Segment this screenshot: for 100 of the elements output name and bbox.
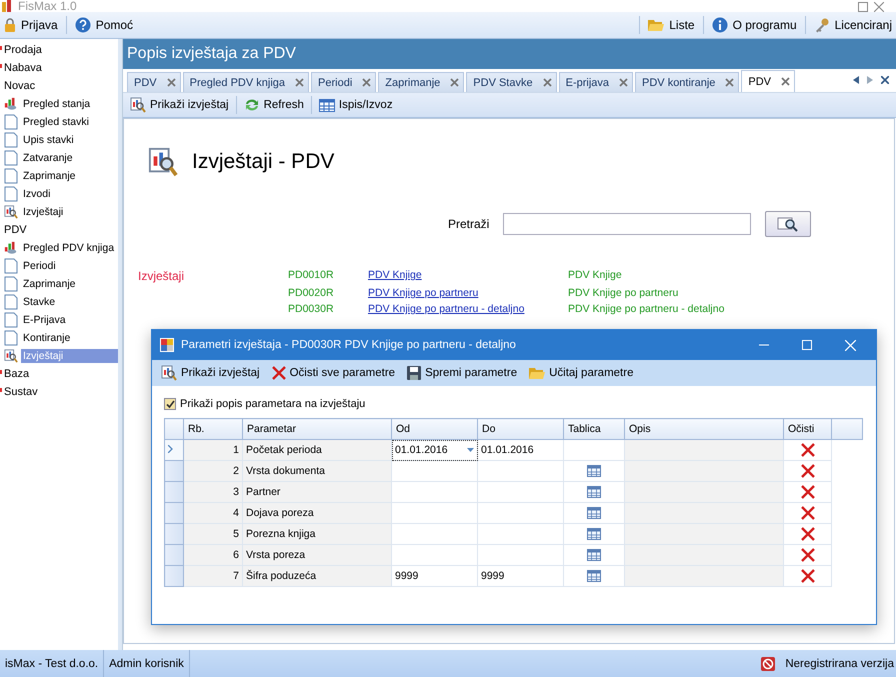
table-lookup-icon[interactable]: [587, 507, 601, 520]
table-lookup-icon[interactable]: [587, 528, 601, 540]
column-header[interactable]: Očisti: [784, 418, 832, 440]
table-cell[interactable]: 01.01.2016: [478, 440, 564, 460]
menu-button[interactable]: Liste: [644, 16, 699, 34]
checkbox[interactable]: [164, 398, 176, 410]
tab[interactable]: Periodi: [311, 72, 376, 92]
tree-item[interactable]: Periodi: [21, 259, 58, 273]
maximize-icon[interactable]: [858, 2, 868, 12]
tab[interactable]: PDV Stavke: [466, 72, 557, 92]
clear-icon[interactable]: [800, 443, 814, 457]
table-cell[interactable]: 01.01.2016: [392, 440, 478, 460]
table-cell[interactable]: 9999: [478, 566, 564, 586]
scroll-right-icon[interactable]: [867, 76, 873, 84]
page-icon: [4, 150, 18, 166]
folder-icon: [648, 18, 664, 32]
menu-button[interactable]: Prijava: [0, 16, 62, 34]
table-lookup-icon[interactable]: [587, 486, 601, 498]
tab[interactable]: PDV: [127, 72, 181, 92]
table-lookup-icon[interactable]: [587, 570, 601, 582]
tree-group-item[interactable]: Baza: [0, 365, 118, 383]
toolbar-button[interactable]: Učitaj parametre: [526, 364, 636, 382]
table-cell[interactable]: [478, 544, 564, 566]
clear-icon[interactable]: [800, 569, 814, 583]
toolbar-button[interactable]: Refresh: [240, 96, 307, 114]
table-cell[interactable]: [392, 544, 478, 566]
close-icon[interactable]: [781, 77, 790, 86]
tree-group-item[interactable]: Sustav: [0, 383, 118, 401]
tab[interactable]: PDV kontiranje: [635, 72, 740, 92]
toolbar-button[interactable]: Prikaži izvještaj: [158, 363, 263, 383]
toolbar-button[interactable]: Prikaži izvještaj: [127, 95, 232, 115]
menu-button[interactable]: O programu: [708, 15, 801, 35]
clear-icon[interactable]: [800, 527, 814, 541]
tree-group-item[interactable]: Prodaja: [0, 41, 118, 59]
search-button[interactable]: [765, 211, 812, 237]
column-header[interactable]: Od: [392, 418, 478, 440]
close-icon[interactable]: [874, 2, 884, 12]
row-header[interactable]: [164, 440, 184, 460]
column-header[interactable]: Parametar: [242, 418, 392, 440]
column-header[interactable]: Rb.: [184, 418, 242, 440]
table-cell[interactable]: [392, 460, 478, 482]
dropdown-caret-icon[interactable]: [467, 448, 474, 452]
close-icon[interactable]: [542, 78, 552, 87]
tree-item[interactable]: Izvještaji: [21, 205, 66, 219]
table-cell[interactable]: 9999: [392, 566, 478, 586]
clear-icon[interactable]: [800, 464, 814, 478]
tree-item[interactable]: Pregled PDV knjiga: [21, 241, 116, 255]
report-link[interactable]: PDV Knjige po partneru: [368, 287, 478, 299]
toolbar-button[interactable]: Očisti sve parametre: [268, 364, 398, 382]
tree-item[interactable]: Kontiranje: [21, 331, 72, 345]
close-icon[interactable]: [725, 78, 734, 87]
tab[interactable]: E-prijava: [558, 72, 634, 92]
close-icon[interactable]: [619, 78, 628, 87]
tree-item[interactable]: Izvodi: [21, 187, 52, 201]
menu-button[interactable]: Pomoć: [70, 15, 138, 35]
close-icon[interactable]: [166, 78, 176, 87]
close-icon[interactable]: [881, 76, 889, 84]
table-cell[interactable]: [478, 524, 564, 544]
tree-item[interactable]: Pregled stavki: [21, 115, 91, 129]
table-cell: 2: [184, 460, 242, 482]
report-link[interactable]: PDV Knjige po partneru - detaljno: [368, 303, 524, 315]
clear-icon[interactable]: [800, 485, 814, 499]
clear-icon[interactable]: [800, 506, 814, 520]
tree-item[interactable]: Zaprimanje: [21, 169, 78, 183]
tab[interactable]: PDV: [741, 70, 796, 92]
close-icon[interactable]: [295, 78, 304, 87]
table-cell: Vrsta dokumenta: [242, 460, 392, 482]
report-link[interactable]: PDV Knjige: [368, 269, 422, 281]
tab[interactable]: Pregled PDV knjiga: [182, 72, 310, 92]
table-cell[interactable]: [478, 482, 564, 502]
column-header[interactable]: Do: [478, 418, 564, 440]
table-cell: Partner: [242, 482, 392, 502]
table-lookup-icon[interactable]: [587, 549, 601, 562]
column-header[interactable]: Tablica: [564, 418, 624, 440]
scroll-left-icon[interactable]: [853, 76, 859, 84]
tree-item[interactable]: Stavke: [21, 295, 58, 309]
close-icon[interactable]: [362, 78, 372, 87]
table-cell[interactable]: [478, 460, 564, 482]
table-lookup-icon[interactable]: [587, 465, 601, 478]
table-cell[interactable]: [392, 502, 478, 524]
tree-item[interactable]: Pregled stanja: [21, 97, 92, 111]
table-cell[interactable]: [392, 524, 478, 544]
search-field[interactable]: [503, 213, 752, 235]
tree-group-item[interactable]: Nabava: [0, 59, 118, 77]
tree-item[interactable]: Upis stavki: [21, 133, 76, 147]
tab[interactable]: Zaprimanje: [378, 72, 464, 92]
table-cell[interactable]: [478, 502, 564, 524]
tree-item[interactable]: Zatvaranje: [21, 151, 75, 165]
table-cell[interactable]: [392, 482, 478, 502]
tree-group-item[interactable]: Novac: [0, 77, 118, 95]
clear-icon[interactable]: [800, 548, 814, 562]
column-header[interactable]: Opis: [624, 418, 784, 440]
toolbar-button[interactable]: Ispis/Izvoz: [316, 96, 396, 114]
menu-button[interactable]: Licenciranj: [810, 15, 896, 35]
toolbar-button[interactable]: Spremi parametre: [404, 364, 520, 382]
tree-group-item[interactable]: PDV: [0, 221, 118, 239]
tree-item[interactable]: Zaprimanje: [21, 277, 78, 291]
report-code: PD0030R: [288, 303, 335, 315]
tree-item[interactable]: E-Prijava: [21, 313, 68, 327]
close-icon[interactable]: [450, 78, 460, 87]
